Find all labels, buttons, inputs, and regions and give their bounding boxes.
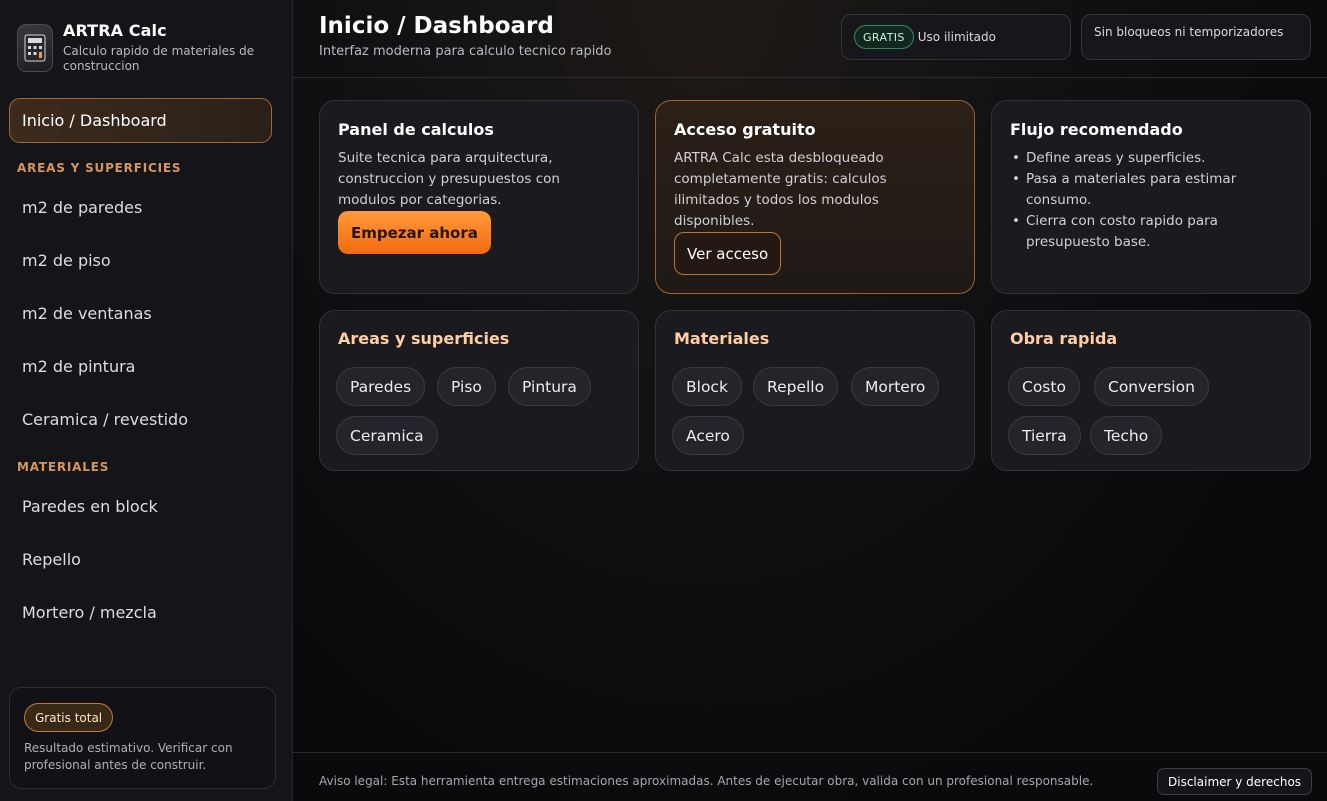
areas-card: Areas y superficies Paredes Piso Pintura… [319, 310, 639, 471]
sidebar-section-materiales: MATERIALES [17, 460, 110, 474]
sidebar-item-ceramica[interactable]: Ceramica / revestido [22, 410, 188, 429]
legal-notice: Aviso legal: Esta herramienta entrega es… [319, 774, 1094, 788]
page-subtitle: Interfaz moderna para calculo tecnico ra… [319, 44, 612, 59]
page-title: Inicio / Dashboard [319, 13, 554, 39]
free-badge: Gratis total [24, 703, 114, 732]
free-access-card: Acceso gratuito ARTRA Calc esta desbloqu… [655, 100, 975, 294]
sidebar-item-m2-piso[interactable]: m2 de piso [22, 251, 111, 270]
usage-chip: GRATIS Uso ilimitado [841, 14, 1071, 60]
calc-panel-card: Panel de calculos Suite tecnica para arq… [319, 100, 639, 294]
card-title: Acceso gratuito [674, 120, 816, 139]
recommended-flow-card: Flujo recomendado Define areas y superfi… [991, 100, 1311, 294]
materials-card: Materiales Block Repello Mortero Acero [655, 310, 975, 471]
tag-repello[interactable]: Repello [753, 367, 839, 406]
quick-work-card: Obra rapida Costo Conversion Tierra Tech… [991, 310, 1311, 471]
tag-block[interactable]: Block [672, 367, 742, 406]
card-body: Suite tecnica para arquitectura, constru… [338, 150, 560, 208]
sidebar-item-mortero[interactable]: Mortero / mezcla [22, 603, 157, 622]
tag-conversion[interactable]: Conversion [1094, 367, 1209, 406]
tag-techo[interactable]: Techo [1090, 416, 1163, 455]
sidebar-item-m2-paredes[interactable]: m2 de paredes [22, 198, 142, 217]
footer: Aviso legal: Esta herramienta entrega es… [293, 752, 1327, 801]
tag-mortero[interactable]: Mortero [851, 367, 940, 406]
card-title: Flujo recomendado [1010, 120, 1183, 139]
tag-tierra[interactable]: Tierra [1008, 416, 1081, 455]
sidebar: ARTRA Calc Calculo rapido de materiales … [0, 0, 293, 801]
sidebar-item-m2-pintura[interactable]: m2 de pintura [22, 357, 135, 376]
sidebar-item-repello[interactable]: Repello [22, 550, 81, 569]
estimate-note: Resultado estimativo. Verificar con prof… [24, 741, 233, 772]
tag-pintura[interactable]: Pintura [508, 367, 591, 406]
card-title: Materiales [674, 329, 770, 348]
card-body: ARTRA Calc esta desbloqueado completamen… [674, 150, 887, 229]
tag-ceramica[interactable]: Ceramica [336, 416, 438, 455]
view-access-button[interactable]: Ver acceso [674, 232, 782, 275]
calculator-ruler-icon [17, 24, 53, 72]
card-title: Areas y superficies [338, 329, 510, 348]
brand: ARTRA Calc Calculo rapido de materiales … [17, 18, 263, 74]
tag-acero[interactable]: Acero [672, 416, 744, 455]
sidebar-section-areas: AREAS Y SUPERFICIES [17, 161, 182, 175]
disclaimer-button[interactable]: Disclaimer y derechos [1157, 768, 1313, 795]
app-title: ARTRA Calc [63, 21, 167, 40]
topbar: Inicio / Dashboard Interfaz moderna para… [293, 0, 1327, 78]
card-title: Panel de calculos [338, 120, 494, 139]
flow-steps: Define areas y superficies. Pasa a mater… [1010, 148, 1270, 253]
free-info-card: Gratis total Resultado estimativo. Verif… [9, 687, 276, 789]
list-item: Define areas y superficies. [1010, 148, 1270, 169]
usage-text: Uso ilimitado [917, 30, 996, 44]
sidebar-item-dashboard[interactable]: Inicio / Dashboard [9, 98, 272, 143]
list-item: Pasa a materiales para estimar consumo. [1010, 169, 1270, 211]
app-subtitle: Calculo rapido de materiales de construc… [63, 44, 255, 73]
list-item: Cierra con costo rapido para presupuesto… [1010, 211, 1270, 253]
tag-piso[interactable]: Piso [437, 367, 496, 406]
card-title: Obra rapida [1010, 329, 1118, 348]
sidebar-item-m2-ventanas[interactable]: m2 de ventanas [22, 304, 152, 323]
start-now-button[interactable]: Empezar ahora [338, 211, 491, 254]
gratis-tag: GRATIS [854, 25, 914, 49]
tag-costo[interactable]: Costo [1008, 367, 1080, 406]
sidebar-item-paredes-block[interactable]: Paredes en block [22, 497, 158, 516]
main-content: Inicio / Dashboard Interfaz moderna para… [293, 0, 1327, 801]
tag-paredes[interactable]: Paredes [336, 367, 426, 406]
no-lock-chip: Sin bloqueos ni temporizadores [1081, 14, 1311, 60]
